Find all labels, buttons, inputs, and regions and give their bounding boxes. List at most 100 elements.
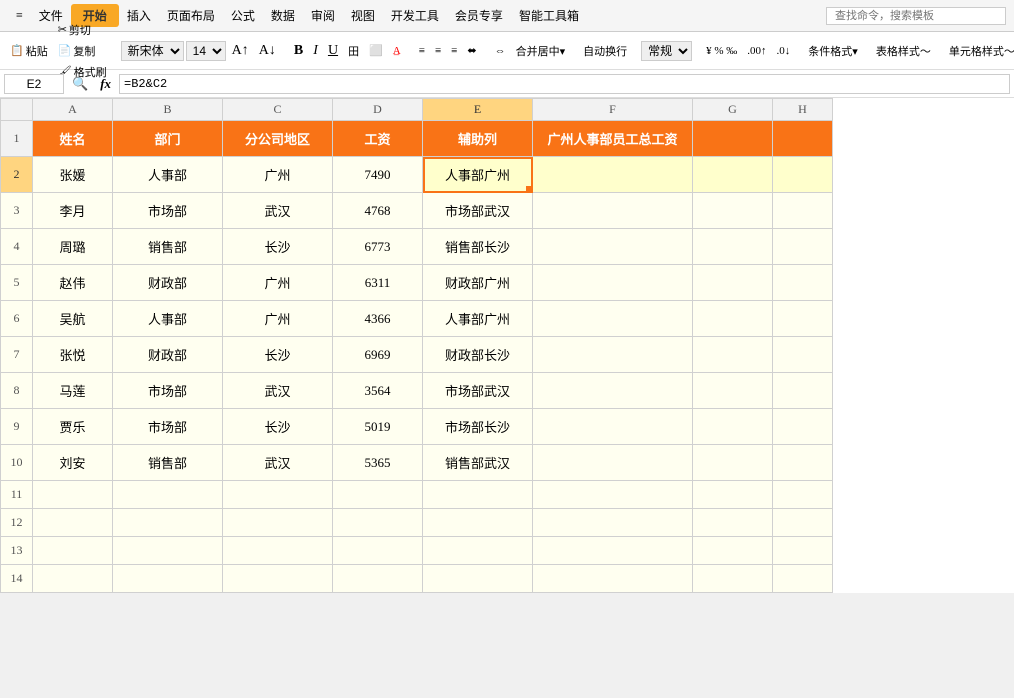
col-header-H[interactable]: H [773, 99, 833, 121]
cell-C5[interactable]: 广州 [223, 265, 333, 301]
cell-E3[interactable]: 市场部武汉 [423, 193, 533, 229]
increase-font-btn[interactable]: A↑ [228, 41, 253, 61]
italic-button[interactable]: I [309, 41, 322, 61]
cell-E6[interactable]: 人事部广州 [423, 301, 533, 337]
cell-G12[interactable] [693, 509, 773, 537]
cell-G6[interactable] [693, 301, 773, 337]
cell-G7[interactable] [693, 337, 773, 373]
menu-vip[interactable]: 会员专享 [447, 5, 511, 26]
cell-F4[interactable] [533, 229, 693, 265]
cell-H2[interactable] [773, 157, 833, 193]
row-header-4[interactable]: 4 [1, 229, 33, 265]
cell-G9[interactable] [693, 409, 773, 445]
paste-button[interactable]: 📋 粘贴 [6, 41, 52, 61]
row-header-7[interactable]: 7 [1, 337, 33, 373]
menu-formula[interactable]: 公式 [223, 5, 263, 26]
percent-btn[interactable]: ¥ % ‰ [702, 43, 741, 59]
cell-A6[interactable]: 吴航 [33, 301, 113, 337]
cell-H5[interactable] [773, 265, 833, 301]
cell-D4[interactable]: 6773 [333, 229, 423, 265]
cell-reference-input[interactable] [4, 74, 64, 94]
cell-D11[interactable] [333, 481, 423, 509]
col-header-B[interactable]: B [113, 99, 223, 121]
cell-F13[interactable] [533, 537, 693, 565]
row-header-13[interactable]: 13 [1, 537, 33, 565]
cell-A9[interactable]: 贾乐 [33, 409, 113, 445]
align-right-btn[interactable]: ≡ [447, 43, 461, 59]
cell-B4[interactable]: 销售部 [113, 229, 223, 265]
cell-F14[interactable] [533, 565, 693, 593]
cell-H6[interactable] [773, 301, 833, 337]
menu-view[interactable]: 视图 [343, 5, 383, 26]
cell-C8[interactable]: 武汉 [223, 373, 333, 409]
cell-F6[interactable] [533, 301, 693, 337]
cell-G14[interactable] [693, 565, 773, 593]
cell-D5[interactable]: 6311 [333, 265, 423, 301]
cell-H13[interactable] [773, 537, 833, 565]
menu-developer[interactable]: 开发工具 [383, 5, 447, 26]
cell-E10[interactable]: 销售部武汉 [423, 445, 533, 481]
cell-C12[interactable] [223, 509, 333, 537]
row-header-9[interactable]: 9 [1, 409, 33, 445]
row-header-5[interactable]: 5 [1, 265, 33, 301]
font-name-select[interactable]: 新宋体 [121, 41, 184, 61]
col-header-F[interactable]: F [533, 99, 693, 121]
cell-B12[interactable] [113, 509, 223, 537]
menu-icon[interactable]: ≡ [8, 6, 31, 25]
underline-button[interactable]: U [324, 41, 342, 61]
cell-F3[interactable] [533, 193, 693, 229]
cell-A4[interactable]: 周璐 [33, 229, 113, 265]
cell-B5[interactable]: 财政部 [113, 265, 223, 301]
cell-B14[interactable] [113, 565, 223, 593]
col-header-A[interactable]: A [33, 99, 113, 121]
col-header-E[interactable]: E [423, 99, 533, 121]
header-cell-h[interactable] [773, 121, 833, 157]
cell-E14[interactable] [423, 565, 533, 593]
number-format-select[interactable]: 常规 [641, 41, 692, 61]
align-center-btn[interactable]: ≡ [431, 43, 445, 59]
cut-button[interactable]: ✂剪切 [54, 20, 111, 40]
cell-C14[interactable] [223, 565, 333, 593]
table-style-btn[interactable]: 表格样式～ [872, 41, 935, 61]
cell-H10[interactable] [773, 445, 833, 481]
cell-G5[interactable] [693, 265, 773, 301]
fill-color-button[interactable]: ⬜ [365, 42, 387, 59]
cell-E4[interactable]: 销售部长沙 [423, 229, 533, 265]
cell-B6[interactable]: 人事部 [113, 301, 223, 337]
header-cell-total[interactable]: 广州人事部员工总工资 [533, 121, 693, 157]
cell-B9[interactable]: 市场部 [113, 409, 223, 445]
cell-C13[interactable] [223, 537, 333, 565]
menu-review[interactable]: 审阅 [303, 5, 343, 26]
cell-C4[interactable]: 长沙 [223, 229, 333, 265]
fx-icon[interactable]: fx [96, 76, 115, 92]
cell-C9[interactable]: 长沙 [223, 409, 333, 445]
cell-B8[interactable]: 市场部 [113, 373, 223, 409]
cell-C11[interactable] [223, 481, 333, 509]
cell-F11[interactable] [533, 481, 693, 509]
row-header-12[interactable]: 12 [1, 509, 33, 537]
formula-input[interactable] [119, 74, 1010, 94]
cell-A14[interactable] [33, 565, 113, 593]
cell-A2[interactable]: 张媛 [33, 157, 113, 193]
cell-A11[interactable] [33, 481, 113, 509]
cell-F9[interactable] [533, 409, 693, 445]
cell-A10[interactable]: 刘安 [33, 445, 113, 481]
cell-G3[interactable] [693, 193, 773, 229]
cell-H3[interactable] [773, 193, 833, 229]
cell-A7[interactable]: 张悦 [33, 337, 113, 373]
cell-D7[interactable]: 6969 [333, 337, 423, 373]
header-cell-aux[interactable]: 辅助列 [423, 121, 533, 157]
cell-B7[interactable]: 财政部 [113, 337, 223, 373]
cell-A5[interactable]: 赵伟 [33, 265, 113, 301]
cell-F10[interactable] [533, 445, 693, 481]
cell-E12[interactable] [423, 509, 533, 537]
header-cell-g[interactable] [693, 121, 773, 157]
cell-H4[interactable] [773, 229, 833, 265]
cell-F7[interactable] [533, 337, 693, 373]
cell-E8[interactable]: 市场部武汉 [423, 373, 533, 409]
cell-A13[interactable] [33, 537, 113, 565]
cell-E9[interactable]: 市场部长沙 [423, 409, 533, 445]
cell-H7[interactable] [773, 337, 833, 373]
header-cell-region[interactable]: 分公司地区 [223, 121, 333, 157]
search-input[interactable] [826, 7, 1006, 25]
